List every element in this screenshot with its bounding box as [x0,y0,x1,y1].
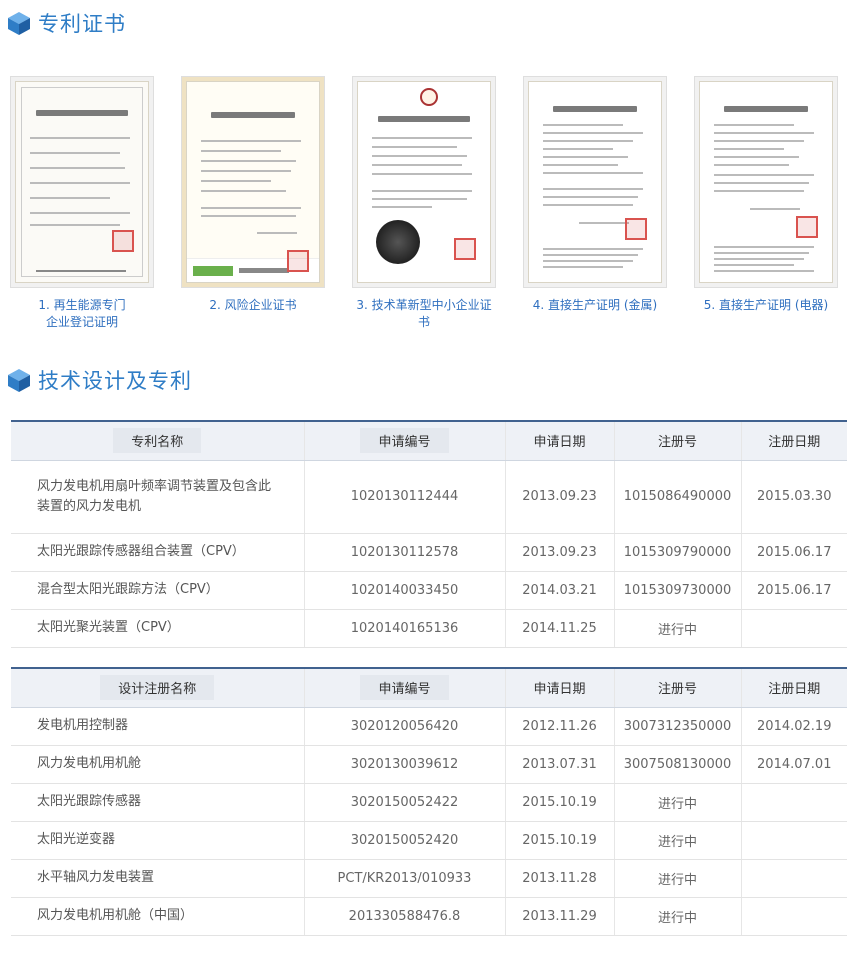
application-number: 3020150052422 [303,783,505,822]
patent-name: 太阳光聚光装置（CPV） [11,609,304,648]
table-header-row: 专利名称 申请编号 申请日期 注册号 注册日期 [11,420,847,461]
certificate-card[interactable]: 3. 技术革新型中小企业证书 [352,76,496,331]
application-date: 2015.10.19 [504,821,614,860]
cube-icon [8,12,30,35]
registration-date [740,897,847,936]
patent-name: 混合型太阳光跟踪方法（CPV） [11,571,304,610]
registration-number: 进行中 [613,609,741,648]
table-row: 太阳光跟踪传感器组合装置（CPV） 1020130112578 2013.09.… [11,533,847,572]
registration-date: 2015.03.30 [740,460,847,534]
design-name: 水平轴风力发电装置 [11,859,304,898]
application-date: 2015.10.19 [504,783,614,822]
application-date: 2012.11.26 [504,707,614,746]
table-row: 风力发电机用扇叶频率调节装置及包含此装置的风力发电机 1020130112444… [11,460,847,534]
certificate-card[interactable]: 4. 直接生产证明 (金属) [523,76,667,314]
table-row: 发电机用控制器 3020120056420 2012.11.26 3007312… [11,707,847,746]
column-header: 专利名称 [11,420,304,461]
column-header: 申请日期 [504,420,614,461]
registration-number: 进行中 [613,821,741,860]
table-row: 水平轴风力发电装置 PCT/KR2013/010933 2013.11.28 进… [11,859,847,898]
table-row: 太阳光跟踪传感器 3020150052422 2015.10.19 进行中 [11,783,847,822]
registration-date [740,859,847,898]
section-title-patents: 技术设计及专利 [6,365,192,395]
registration-date: 2014.07.01 [740,745,847,784]
column-header: 注册日期 [740,667,847,708]
design-table: 设计注册名称 申请编号 申请日期 注册号 注册日期 发电机用控制器 302012… [11,667,847,936]
application-date: 2013.11.29 [504,897,614,936]
section-title-certificates: 专利证书 [6,8,126,38]
column-header: 申请日期 [504,667,614,708]
application-number: 3020120056420 [303,707,505,746]
application-date: 2014.11.25 [504,609,614,648]
application-date: 2013.09.23 [504,533,614,572]
certificate-image[interactable] [352,76,496,288]
registration-number: 进行中 [613,783,741,822]
design-name: 太阳光逆变器 [11,821,304,860]
certificate-caption[interactable]: 3. 技术革新型中小企业证书 [352,297,496,331]
application-number: 1020130112578 [303,533,505,572]
design-name: 发电机用控制器 [11,707,304,746]
table-row: 混合型太阳光跟踪方法（CPV） 1020140033450 2014.03.21… [11,571,847,610]
column-header: 注册日期 [740,420,847,461]
certificate-card[interactable]: 1. 再生能源专门 企业登记证明 [10,76,154,331]
certificate-caption[interactable]: 2. 风险企业证书 [181,297,325,314]
application-date: 2013.09.23 [504,460,614,534]
registration-date: 2015.06.17 [740,571,847,610]
design-name: 太阳光跟踪传感器 [11,783,304,822]
application-date: 2014.03.21 [504,571,614,610]
section-title-text: 专利证书 [38,12,126,36]
registration-number: 3007508130000 [613,745,741,784]
certificate-image[interactable] [694,76,838,288]
column-header: 注册号 [613,420,741,461]
design-name: 风力发电机用机舱 [11,745,304,784]
application-number: 1020140165136 [303,609,505,648]
application-number: 201330588476.8 [303,897,505,936]
table-row: 风力发电机用机舱（中国） 201330588476.8 2013.11.29 进… [11,897,847,936]
registration-date [740,783,847,822]
application-date: 2013.07.31 [504,745,614,784]
registration-number: 1015309730000 [613,571,741,610]
application-number: 1020130112444 [303,460,505,534]
certificate-image[interactable] [181,76,325,288]
registration-date: 2015.06.17 [740,533,847,572]
certificate-gallery: 1. 再生能源专门 企业登记证明 2. 风险企业证书 3. 技术革新型中小企业证… [0,76,856,336]
patent-table: 专利名称 申请编号 申请日期 注册号 注册日期 风力发电机用扇叶频率调节装置及包… [11,420,847,648]
registration-number: 1015309790000 [613,533,741,572]
registration-date [740,821,847,860]
certificate-image[interactable] [10,76,154,288]
table-header-row: 设计注册名称 申请编号 申请日期 注册号 注册日期 [11,667,847,708]
certificate-caption[interactable]: 5. 直接生产证明 (电器) [694,297,838,314]
design-name: 风力发电机用机舱（中国） [11,897,304,936]
certificate-caption[interactable]: 4. 直接生产证明 (金属) [523,297,667,314]
column-header: 注册号 [613,667,741,708]
registration-date: 2014.02.19 [740,707,847,746]
column-header: 申请编号 [303,667,505,708]
registration-date [740,609,847,648]
section-title-text: 技术设计及专利 [38,369,192,393]
application-number: 3020130039612 [303,745,505,784]
table-row: 太阳光逆变器 3020150052420 2015.10.19 进行中 [11,821,847,860]
registration-number: 进行中 [613,859,741,898]
application-number: 3020150052420 [303,821,505,860]
patent-name: 太阳光跟踪传感器组合装置（CPV） [11,533,304,572]
cube-icon [8,369,30,392]
column-header: 设计注册名称 [11,667,304,708]
certificate-card[interactable]: 5. 直接生产证明 (电器) [694,76,838,314]
registration-number: 3007312350000 [613,707,741,746]
application-number: 1020140033450 [303,571,505,610]
certificate-card[interactable]: 2. 风险企业证书 [181,76,325,314]
table-row: 风力发电机用机舱 3020130039612 2013.07.31 300750… [11,745,847,784]
column-header: 申请编号 [303,420,505,461]
registration-number: 1015086490000 [613,460,741,534]
application-number: PCT/KR2013/010933 [303,859,505,898]
certificate-caption[interactable]: 1. 再生能源专门 企业登记证明 [10,297,154,331]
certificate-image[interactable] [523,76,667,288]
patent-name: 风力发电机用扇叶频率调节装置及包含此装置的风力发电机 [11,460,304,534]
application-date: 2013.11.28 [504,859,614,898]
table-row: 太阳光聚光装置（CPV） 1020140165136 2014.11.25 进行… [11,609,847,648]
registration-number: 进行中 [613,897,741,936]
